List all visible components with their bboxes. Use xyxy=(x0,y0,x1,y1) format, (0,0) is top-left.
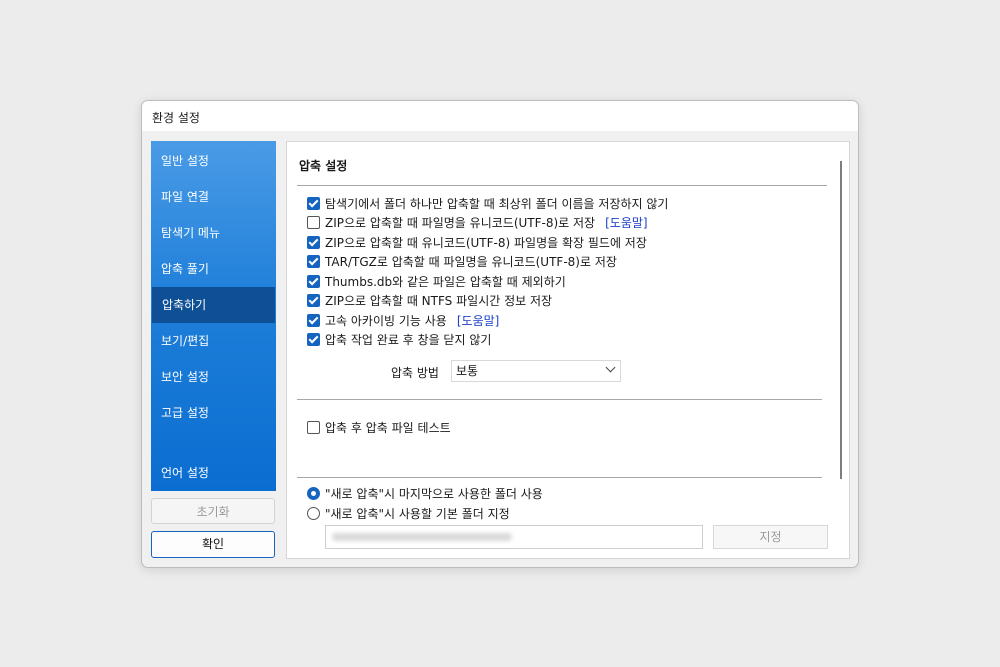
option-label: ZIP으로 압축할 때 유니코드(UTF-8) 파일명을 확장 필드에 저장 xyxy=(325,235,647,250)
checkbox[interactable] xyxy=(307,332,320,346)
radio-button[interactable] xyxy=(307,486,320,500)
option-row[interactable]: 압축 후 압축 파일 테스트 xyxy=(307,418,451,436)
sidebar-item-general[interactable]: 일반 설정 xyxy=(151,143,276,179)
option-row[interactable]: ZIP으로 압축할 때 유니코드(UTF-8) 파일명을 확장 필드에 저장 xyxy=(307,233,647,251)
compression-method-select[interactable]: 보통 xyxy=(451,360,621,382)
checkbox[interactable] xyxy=(307,274,320,288)
compression-method-value: 보통 xyxy=(456,364,479,378)
title-bar: 환경 설정 xyxy=(142,101,858,131)
divider xyxy=(297,185,827,186)
option-label: 탐색기에서 폴더 하나만 압축할 때 최상위 폴더 이름을 저장하지 않기 xyxy=(325,196,669,211)
option-row[interactable]: ZIP으로 압축할 때 파일명을 유니코드(UTF-8)로 저장 [도움말] xyxy=(307,213,648,231)
help-link[interactable]: [도움말] xyxy=(605,214,647,231)
set-folder-button[interactable]: 지정 xyxy=(713,525,828,549)
radio-label: "새로 압축"시 사용할 기본 폴더 지정 xyxy=(325,506,510,521)
option-label: Thumbs.db와 같은 파일은 압축할 때 제외하기 xyxy=(325,274,566,289)
sidebar-item-compress[interactable]: 압축하기 xyxy=(152,287,275,323)
option-row[interactable]: 고속 아카이빙 기능 사용 [도움말] xyxy=(307,311,499,329)
radio-label: "새로 압축"시 마지막으로 사용한 폴더 사용 xyxy=(325,486,543,501)
section-title: 압축 설정 xyxy=(299,159,348,173)
checkbox[interactable] xyxy=(307,293,320,307)
chevron-down-icon xyxy=(605,362,616,373)
option-label: TAR/TGZ로 압축할 때 파일명을 유니코드(UTF-8)로 저장 xyxy=(325,254,617,269)
option-row[interactable]: TAR/TGZ로 압축할 때 파일명을 유니코드(UTF-8)로 저장 xyxy=(307,252,617,270)
checkbox[interactable] xyxy=(307,215,320,229)
compression-method-label: 압축 방법 xyxy=(391,366,439,380)
redacted-path xyxy=(332,533,512,541)
settings-window: 환경 설정 일반 설정 파일 연결 탐색기 메뉴 압축 풀기 압축하기 보기/편… xyxy=(141,100,859,568)
checkbox[interactable] xyxy=(307,254,320,268)
help-link[interactable]: [도움말] xyxy=(457,312,499,329)
option-row[interactable]: 탐색기에서 폴더 하나만 압축할 때 최상위 폴더 이름을 저장하지 않기 xyxy=(307,194,668,212)
sidebar-item-file-association[interactable]: 파일 연결 xyxy=(151,179,276,215)
option-label: ZIP으로 압축할 때 파일명을 유니코드(UTF-8)로 저장 xyxy=(325,215,596,230)
radio-button[interactable] xyxy=(307,506,320,520)
checkbox[interactable] xyxy=(307,313,320,327)
scrollbar[interactable] xyxy=(840,161,842,479)
divider xyxy=(297,399,822,400)
sidebar-item-advanced[interactable]: 고급 설정 xyxy=(151,395,276,431)
sidebar: 일반 설정 파일 연결 탐색기 메뉴 압축 풀기 압축하기 보기/편집 보안 설… xyxy=(151,141,276,491)
default-folder-input[interactable] xyxy=(325,525,703,549)
radio-row[interactable]: "새로 압축"시 마지막으로 사용한 폴더 사용 xyxy=(307,484,543,502)
window-title: 환경 설정 xyxy=(152,111,200,125)
checkbox[interactable] xyxy=(307,196,320,210)
sidebar-item-security[interactable]: 보안 설정 xyxy=(151,359,276,395)
option-label: 압축 작업 완료 후 창을 닫지 않기 xyxy=(325,332,492,347)
option-label: 고속 아카이빙 기능 사용 xyxy=(325,313,447,328)
compress-settings-panel: 압축 설정 탐색기에서 폴더 하나만 압축할 때 최상위 폴더 이름을 저장하지… xyxy=(286,141,850,559)
sidebar-item-view-edit[interactable]: 보기/편집 xyxy=(151,323,276,359)
radio-row[interactable]: "새로 압축"시 사용할 기본 폴더 지정 xyxy=(307,504,510,522)
divider xyxy=(297,477,822,478)
option-row[interactable]: ZIP으로 압축할 때 NTFS 파일시간 정보 저장 xyxy=(307,291,552,309)
option-label: 압축 후 압축 파일 테스트 xyxy=(325,420,451,435)
reset-button[interactable]: 초기화 xyxy=(151,498,275,524)
ok-button[interactable]: 확인 xyxy=(151,531,275,558)
option-label: ZIP으로 압축할 때 NTFS 파일시간 정보 저장 xyxy=(325,293,553,308)
sidebar-item-extract[interactable]: 압축 풀기 xyxy=(151,251,276,287)
sidebar-item-explorer-menu[interactable]: 탐색기 메뉴 xyxy=(151,215,276,251)
option-row[interactable]: 압축 작업 완료 후 창을 닫지 않기 xyxy=(307,330,491,348)
option-row[interactable]: Thumbs.db와 같은 파일은 압축할 때 제외하기 xyxy=(307,272,566,290)
checkbox[interactable] xyxy=(307,420,320,434)
sidebar-item-language[interactable]: 언어 설정 xyxy=(151,455,276,491)
checkbox[interactable] xyxy=(307,235,320,249)
